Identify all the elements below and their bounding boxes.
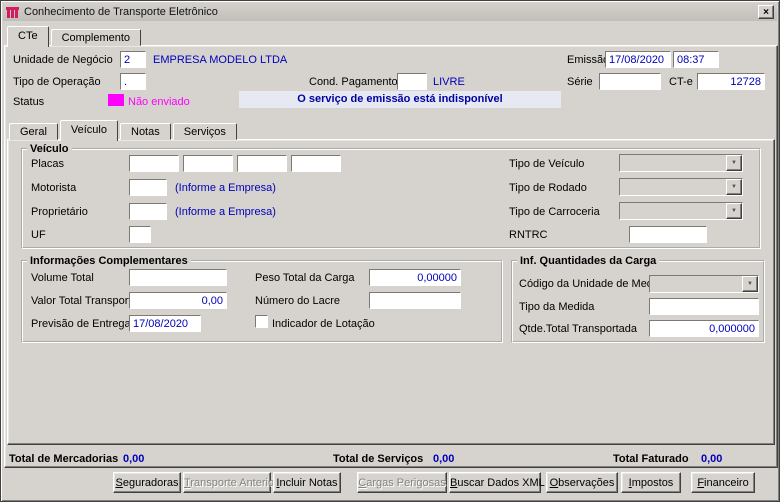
- cte-number-input[interactable]: [697, 73, 765, 90]
- tab-cte[interactable]: CTe: [7, 26, 49, 47]
- valor-total-input[interactable]: [129, 292, 227, 309]
- motorista-label: Motorista: [31, 182, 77, 194]
- tipo-medida-input[interactable]: [649, 298, 759, 315]
- tab-veiculo[interactable]: Veículo: [59, 120, 118, 141]
- unidade-negocio-input[interactable]: [120, 51, 146, 68]
- financeiro-button[interactable]: Financeiro: [691, 472, 755, 493]
- numero-lacre-input[interactable]: [369, 292, 461, 309]
- cargas-perigosas-button: Cargas Perigosas: [357, 472, 447, 493]
- observacoes-button[interactable]: Observações: [546, 472, 618, 493]
- veiculo-group-title: Veículo: [30, 143, 69, 155]
- qtde-total-label: Qtde.Total Transportada: [519, 323, 638, 335]
- total-faturado-value: 0,00: [701, 453, 723, 465]
- uf-input[interactable]: [129, 226, 151, 243]
- rntrc-label: RNTRC: [509, 229, 548, 241]
- total-servicos-label: Total de Serviços: [333, 453, 424, 465]
- tipo-rodado-select[interactable]: ▼: [619, 178, 743, 196]
- tipo-veiculo-label: Tipo de Veículo: [509, 158, 585, 170]
- outer-tabstrip: CTe Complemento: [7, 26, 143, 47]
- serie-label: Série: [567, 76, 593, 88]
- codigo-unidade-label: Código da Unidade de Medida: [519, 278, 668, 290]
- empresa-name: EMPRESA MODELO LTDA: [153, 54, 288, 66]
- chevron-down-icon: ▼: [742, 276, 758, 292]
- buscar-dados-xml-button[interactable]: Buscar Dados XML: [449, 472, 545, 493]
- peso-total-label: Peso Total da Carga: [255, 272, 355, 284]
- app-window: Conhecimento de Transporte Eletrônico × …: [0, 0, 780, 502]
- seguradoras-button[interactable]: Seguradoras: [113, 472, 181, 493]
- emissao-label: Emissão: [567, 54, 610, 66]
- close-button[interactable]: ×: [758, 5, 774, 19]
- placa-input-4[interactable]: [291, 155, 341, 172]
- total-mercadorias-value: 0,00: [123, 453, 145, 465]
- chevron-down-icon: ▼: [726, 155, 742, 171]
- serie-input[interactable]: [599, 73, 661, 90]
- cond-pagamento-input[interactable]: [397, 73, 427, 90]
- tipo-medida-label: Tipo da Medida: [519, 301, 595, 313]
- app-icon: [6, 6, 19, 19]
- info-complementares-title: Informações Complementares: [30, 255, 188, 267]
- chevron-down-icon: ▼: [726, 203, 742, 219]
- window-title: Conhecimento de Transporte Eletrônico: [24, 6, 218, 18]
- transporte-anterior-button: Transporte Anterior: [183, 472, 278, 493]
- previsao-entrega-label: Previsão de Entrega: [31, 318, 131, 330]
- placa-input-3[interactable]: [237, 155, 287, 172]
- impostos-button[interactable]: Impostos: [621, 472, 681, 493]
- cte-number-label: CT-e: [669, 76, 693, 88]
- uf-label: UF: [31, 229, 46, 241]
- status-label: Status: [13, 96, 45, 108]
- cond-pagamento-label: Cond. Pagamento: [309, 76, 398, 88]
- incluir-notas-button[interactable]: Incluir Notas: [273, 472, 341, 493]
- inner-tabstrip: Geral Veículo Notas Serviços: [9, 120, 239, 141]
- tab-geral[interactable]: Geral: [9, 123, 58, 140]
- total-servicos-value: 0,00: [433, 453, 455, 465]
- previsao-entrega-input[interactable]: [129, 315, 201, 332]
- peso-total-input[interactable]: [369, 269, 461, 286]
- emissao-time-input[interactable]: [673, 51, 719, 68]
- unidade-negocio-label: Unidade de Negócio: [13, 54, 113, 66]
- tipo-veiculo-select[interactable]: ▼: [619, 154, 743, 172]
- tipo-operacao-input[interactable]: [120, 73, 146, 90]
- tipo-rodado-label: Tipo de Rodado: [509, 182, 587, 194]
- tipo-carroceria-label: Tipo de Carroceria: [509, 206, 600, 218]
- indicador-lotacao-label: Indicador de Lotação: [272, 318, 375, 330]
- quantidades-title: Inf. Quantidades da Carga: [520, 255, 657, 267]
- proprietario-hint: (Informe a Empresa): [175, 206, 276, 218]
- service-message: O serviço de emissão está indisponível: [239, 91, 561, 108]
- placas-label: Placas: [31, 158, 65, 170]
- placa-input-2[interactable]: [183, 155, 233, 172]
- proprietario-input[interactable]: [129, 203, 167, 220]
- volume-total-input[interactable]: [129, 269, 227, 286]
- tipo-operacao-label: Tipo de Operação: [13, 76, 101, 88]
- proprietario-label: Proprietário: [31, 206, 88, 218]
- chevron-down-icon: ▼: [726, 179, 742, 195]
- placa-input-1[interactable]: [129, 155, 179, 172]
- total-faturado-label: Total Faturado: [613, 453, 689, 465]
- rntrc-input[interactable]: [629, 226, 707, 243]
- cond-pagamento-desc: LIVRE: [433, 76, 465, 88]
- total-mercadorias-label: Total de Mercadorias: [9, 453, 119, 465]
- tab-complemento[interactable]: Complemento: [50, 29, 142, 46]
- tab-notas[interactable]: Notas: [120, 123, 171, 140]
- motorista-hint: (Informe a Empresa): [175, 182, 276, 194]
- volume-total-label: Volume Total: [31, 272, 94, 284]
- indicador-lotacao-checkbox[interactable]: [255, 315, 268, 328]
- codigo-unidade-select[interactable]: ▼: [649, 275, 759, 293]
- status-color-swatch: [108, 94, 124, 106]
- motorista-input[interactable]: [129, 179, 167, 196]
- emissao-date-input[interactable]: [605, 51, 671, 68]
- status-text: Não enviado: [128, 96, 190, 108]
- tipo-carroceria-select[interactable]: ▼: [619, 202, 743, 220]
- qtde-total-input[interactable]: [649, 320, 759, 337]
- tab-servicos[interactable]: Serviços: [172, 123, 237, 140]
- titlebar: Conhecimento de Transporte Eletrônico ×: [3, 3, 777, 21]
- numero-lacre-label: Número do Lacre: [255, 295, 340, 307]
